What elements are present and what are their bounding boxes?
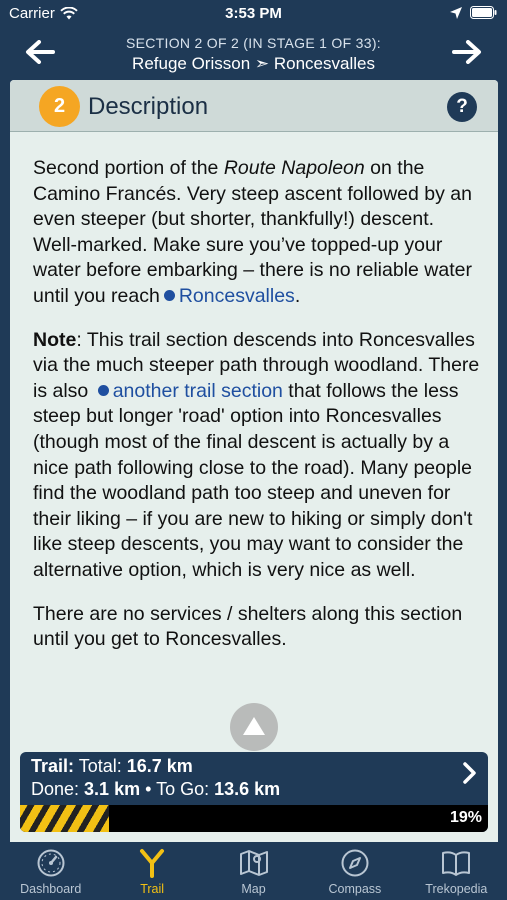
roncesvalles-link[interactable]: Roncesvalles [179, 285, 295, 307]
section-subtitle: SECTION 2 OF 2 (IN STAGE 1 OF 33): [126, 35, 381, 51]
trail-label: Trail: [31, 756, 75, 776]
description-paragraph-2: Note: This trail section descends into R… [33, 328, 483, 584]
togo-value: 13.6 km [214, 779, 281, 799]
book-icon [406, 847, 507, 879]
link-dot-icon [97, 385, 109, 397]
tab-label: Dashboard [20, 882, 82, 896]
map-icon [203, 847, 304, 879]
done-prefix: Done: [31, 779, 85, 799]
triangle-up-icon [243, 716, 265, 735]
nav-bar: SECTION 2 OF 2 (IN STAGE 1 OF 33): Refug… [0, 28, 507, 78]
status-bar: Carrier 3:53 PM [0, 0, 507, 28]
description-paragraph-3: There are no services / shelters along t… [33, 602, 463, 651]
card-header: 2 Description ? [10, 80, 498, 132]
progress-percent: 19% [449, 809, 482, 826]
next-section-button[interactable] [447, 36, 487, 68]
link-dot-icon [163, 290, 175, 302]
section-number-badge: 2 [39, 86, 80, 127]
another-trail-section-link[interactable]: another trail section [113, 380, 283, 402]
note-label: Note [33, 328, 77, 351]
help-button[interactable]: ? [447, 92, 477, 122]
progress-fill [20, 805, 109, 832]
description-paragraph-1: Second portion of the Route Napoleon on … [33, 156, 483, 310]
scroll-to-top-button[interactable] [230, 703, 278, 751]
p1-end: . [294, 284, 301, 307]
tab-map[interactable]: Map [203, 842, 304, 900]
tab-dashboard[interactable]: Dashboard [0, 842, 101, 900]
chevron-right-icon [462, 762, 476, 789]
progress-bar: 19% [20, 805, 488, 832]
togo-prefix: To Go: [156, 779, 215, 799]
location-arrow-icon [450, 6, 462, 19]
total-prefix: Total: [74, 756, 127, 776]
p1-text-a: Second portion of the [33, 157, 224, 179]
p2-text-b: that follows the less steep but longer '… [33, 379, 473, 581]
compass-icon [304, 847, 405, 879]
trail-icon [101, 847, 202, 879]
clock: 3:53 PM [225, 5, 282, 22]
trail-done-togo: Done: 3.1 km • To Go: 13.6 km [31, 779, 280, 800]
arrow-right-icon [452, 40, 481, 64]
p1-route-name: Route Napoleon [223, 157, 365, 179]
trail-total: Trail: Total: 16.7 km [31, 756, 193, 777]
tab-compass[interactable]: Compass [304, 842, 405, 900]
tab-label: Compass [328, 882, 382, 896]
tab-bar: Dashboard Trail Map Compass Trekopedia [0, 842, 507, 900]
status-right [450, 6, 497, 19]
tab-label: Trekopedia [425, 882, 488, 896]
description-body: Second portion of the Route Napoleon on … [33, 156, 483, 671]
total-value: 16.7 km [126, 756, 193, 776]
section-title: Refuge Orisson ➣ Roncesvalles [132, 54, 375, 73]
tab-label: Map [241, 882, 266, 896]
dashboard-icon [0, 847, 101, 879]
done-value: 3.1 km [84, 779, 141, 799]
tab-trail[interactable]: Trail [101, 842, 202, 900]
tab-label: Trail [140, 882, 165, 896]
tab-trekopedia[interactable]: Trekopedia [406, 842, 507, 900]
card-heading: Description [88, 93, 209, 120]
battery-icon [470, 6, 497, 19]
separator: • [140, 779, 157, 799]
trail-progress-panel[interactable]: Trail: Total: 16.7 km Done: 3.1 km • To … [20, 752, 488, 832]
